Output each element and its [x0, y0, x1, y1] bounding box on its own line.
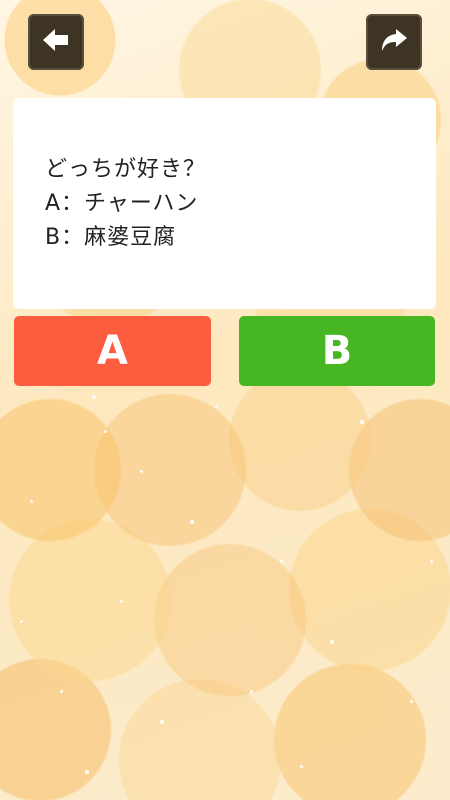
question-text: どっちが好き？ A：チャーハン B：麻婆豆腐	[45, 153, 206, 255]
choice-a-button[interactable]: A	[14, 316, 211, 386]
share-arrow-icon	[378, 24, 410, 60]
choice-a-label: A	[97, 328, 128, 374]
back-button[interactable]	[28, 14, 84, 70]
question-line: どっちが好き？	[45, 157, 207, 182]
arrow-left-icon	[40, 24, 72, 60]
share-button[interactable]	[366, 14, 422, 70]
question-card: どっちが好き？ A：チャーハン B：麻婆豆腐	[13, 98, 436, 309]
option-a-text: A：チャーハン	[45, 191, 199, 216]
option-b-text: B：麻婆豆腐	[45, 225, 177, 250]
choice-b-button[interactable]: B	[239, 316, 435, 386]
choice-b-label: B	[321, 328, 353, 374]
